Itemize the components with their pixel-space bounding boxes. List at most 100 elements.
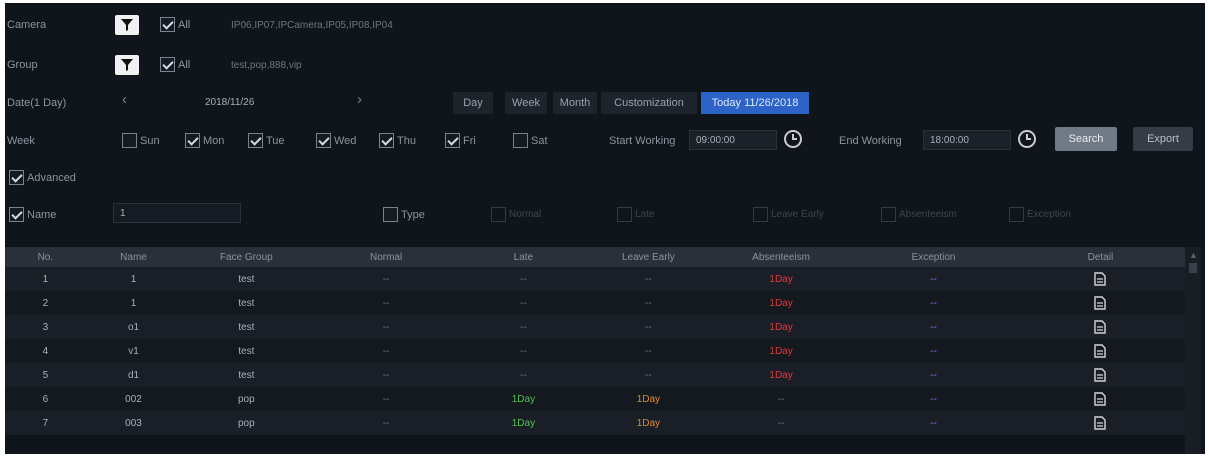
end-working-label: End Working bbox=[839, 135, 902, 147]
cell-normal: -- bbox=[311, 411, 461, 435]
name-checkbox[interactable] bbox=[9, 207, 24, 222]
weekday-checkbox-thu[interactable] bbox=[379, 133, 394, 148]
cell-no: 5 bbox=[5, 363, 86, 387]
cell-exception: -- bbox=[851, 387, 1016, 411]
camera-filter-button[interactable] bbox=[115, 15, 139, 35]
chevron-left-icon[interactable]: ‹ bbox=[122, 91, 127, 108]
type-option-checkbox[interactable] bbox=[491, 207, 506, 222]
type-option-label: Late bbox=[635, 209, 655, 220]
date-label: Date(1 Day) bbox=[7, 97, 67, 109]
tab-month[interactable]: Month bbox=[553, 92, 597, 114]
document-icon[interactable] bbox=[1094, 368, 1107, 382]
cell-group: test bbox=[181, 339, 312, 363]
clock-icon[interactable] bbox=[783, 129, 803, 149]
table-scrollbar[interactable]: ▲ bbox=[1185, 247, 1201, 454]
attendance-table: No. Name Face Group Normal Late Leave Early Ab… bbox=[5, 247, 1185, 435]
type-checkbox[interactable] bbox=[383, 207, 398, 222]
group-all-label: All bbox=[178, 59, 191, 71]
type-option-checkbox[interactable] bbox=[617, 207, 632, 222]
document-icon[interactable] bbox=[1094, 392, 1107, 406]
cell-normal: -- bbox=[311, 267, 461, 291]
table-row[interactable]: 5 d1 test -- -- -- 1Day -- bbox=[5, 363, 1185, 387]
table-row[interactable]: 6 002 pop -- 1Day 1Day -- -- bbox=[5, 387, 1185, 411]
type-option-checkbox[interactable] bbox=[881, 207, 896, 222]
end-working-input[interactable]: 18:00:00 bbox=[923, 130, 1011, 150]
cell-normal: -- bbox=[311, 363, 461, 387]
week-label: Week bbox=[7, 135, 35, 147]
group-all-checkbox[interactable] bbox=[160, 57, 175, 72]
name-label: Name bbox=[27, 209, 57, 221]
filter-icon bbox=[121, 19, 133, 31]
cell-no: 4 bbox=[5, 339, 86, 363]
cell-detail bbox=[1015, 387, 1185, 411]
type-option-label: Exception bbox=[1027, 209, 1071, 220]
document-icon[interactable] bbox=[1094, 272, 1107, 286]
type-option-checkbox[interactable] bbox=[753, 207, 768, 222]
column-header: Exception bbox=[851, 247, 1016, 267]
name-input[interactable]: 1 bbox=[113, 203, 241, 223]
cell-leave-early: -- bbox=[585, 267, 711, 291]
weekday-checkbox-sun[interactable] bbox=[122, 133, 137, 148]
today-button[interactable]: Today 11/26/2018 bbox=[701, 92, 809, 114]
table-row[interactable]: 2 1 test -- -- -- 1Day -- bbox=[5, 291, 1185, 315]
scroll-up-icon[interactable]: ▲ bbox=[1189, 250, 1198, 260]
cell-group: test bbox=[181, 267, 312, 291]
weekday-checkbox-fri[interactable] bbox=[445, 133, 460, 148]
chevron-right-icon[interactable]: › bbox=[357, 91, 362, 108]
column-header: Late bbox=[460, 247, 586, 267]
document-icon[interactable] bbox=[1094, 416, 1107, 430]
table-row[interactable]: 4 v1 test -- -- -- 1Day -- bbox=[5, 339, 1185, 363]
cell-no: 3 bbox=[5, 315, 86, 339]
search-button[interactable]: Search bbox=[1055, 127, 1117, 151]
cell-no: 1 bbox=[5, 267, 86, 291]
document-icon[interactable] bbox=[1094, 344, 1107, 358]
cell-late: -- bbox=[460, 315, 586, 339]
tab-customization[interactable]: Customization bbox=[601, 92, 697, 114]
cell-name: d1 bbox=[85, 363, 182, 387]
cell-exception: -- bbox=[851, 411, 1016, 435]
weekday-checkbox-mon[interactable] bbox=[185, 133, 200, 148]
cell-leave-early: -- bbox=[585, 339, 711, 363]
document-icon[interactable] bbox=[1094, 320, 1107, 334]
column-header: Detail bbox=[1015, 247, 1185, 267]
cell-group: pop bbox=[181, 387, 312, 411]
camera-all-checkbox[interactable] bbox=[160, 17, 175, 32]
cell-name: 1 bbox=[85, 291, 182, 315]
scroll-thumb[interactable] bbox=[1189, 263, 1197, 273]
column-header: Normal bbox=[311, 247, 461, 267]
type-option-label: Normal bbox=[509, 209, 542, 220]
cell-no: 2 bbox=[5, 291, 86, 315]
type-option-checkbox[interactable] bbox=[1009, 207, 1024, 222]
tab-week[interactable]: Week bbox=[505, 92, 547, 114]
document-icon[interactable] bbox=[1094, 296, 1107, 310]
cell-exception: -- bbox=[851, 291, 1016, 315]
cell-absent: 1Day bbox=[710, 363, 852, 387]
group-filter-button[interactable] bbox=[115, 55, 139, 75]
cell-late: 1Day bbox=[460, 387, 586, 411]
tab-day[interactable]: Day bbox=[453, 92, 493, 114]
table-row[interactable]: 1 1 test -- -- -- 1Day -- bbox=[5, 267, 1185, 291]
table-row[interactable]: 3 o1 test -- -- -- 1Day -- bbox=[5, 315, 1185, 339]
type-option-label: Leave Early bbox=[771, 209, 824, 220]
weekday-checkbox-sat[interactable] bbox=[513, 133, 528, 148]
cell-name: v1 bbox=[85, 339, 182, 363]
cell-no: 7 bbox=[5, 411, 86, 435]
weekday-label: Tue bbox=[266, 135, 285, 147]
table-row[interactable]: 7 003 pop -- 1Day 1Day -- -- bbox=[5, 411, 1185, 435]
type-label: Type bbox=[401, 209, 425, 221]
cell-group: test bbox=[181, 315, 312, 339]
cell-absent: -- bbox=[710, 387, 852, 411]
cell-late: -- bbox=[460, 291, 586, 315]
cell-name: 003 bbox=[85, 411, 182, 435]
clock-icon[interactable] bbox=[1017, 129, 1037, 149]
start-working-input[interactable]: 09:00:00 bbox=[689, 130, 777, 150]
weekday-checkbox-wed[interactable] bbox=[316, 133, 331, 148]
table-header-row: No. Name Face Group Normal Late Leave Early Ab… bbox=[5, 247, 1185, 267]
weekday-checkbox-tue[interactable] bbox=[248, 133, 263, 148]
export-button[interactable]: Export bbox=[1133, 127, 1193, 151]
cell-group: pop bbox=[181, 411, 312, 435]
cell-exception: -- bbox=[851, 363, 1016, 387]
cell-name: o1 bbox=[85, 315, 182, 339]
advanced-checkbox[interactable] bbox=[9, 170, 24, 185]
column-header: Leave Early bbox=[585, 247, 711, 267]
